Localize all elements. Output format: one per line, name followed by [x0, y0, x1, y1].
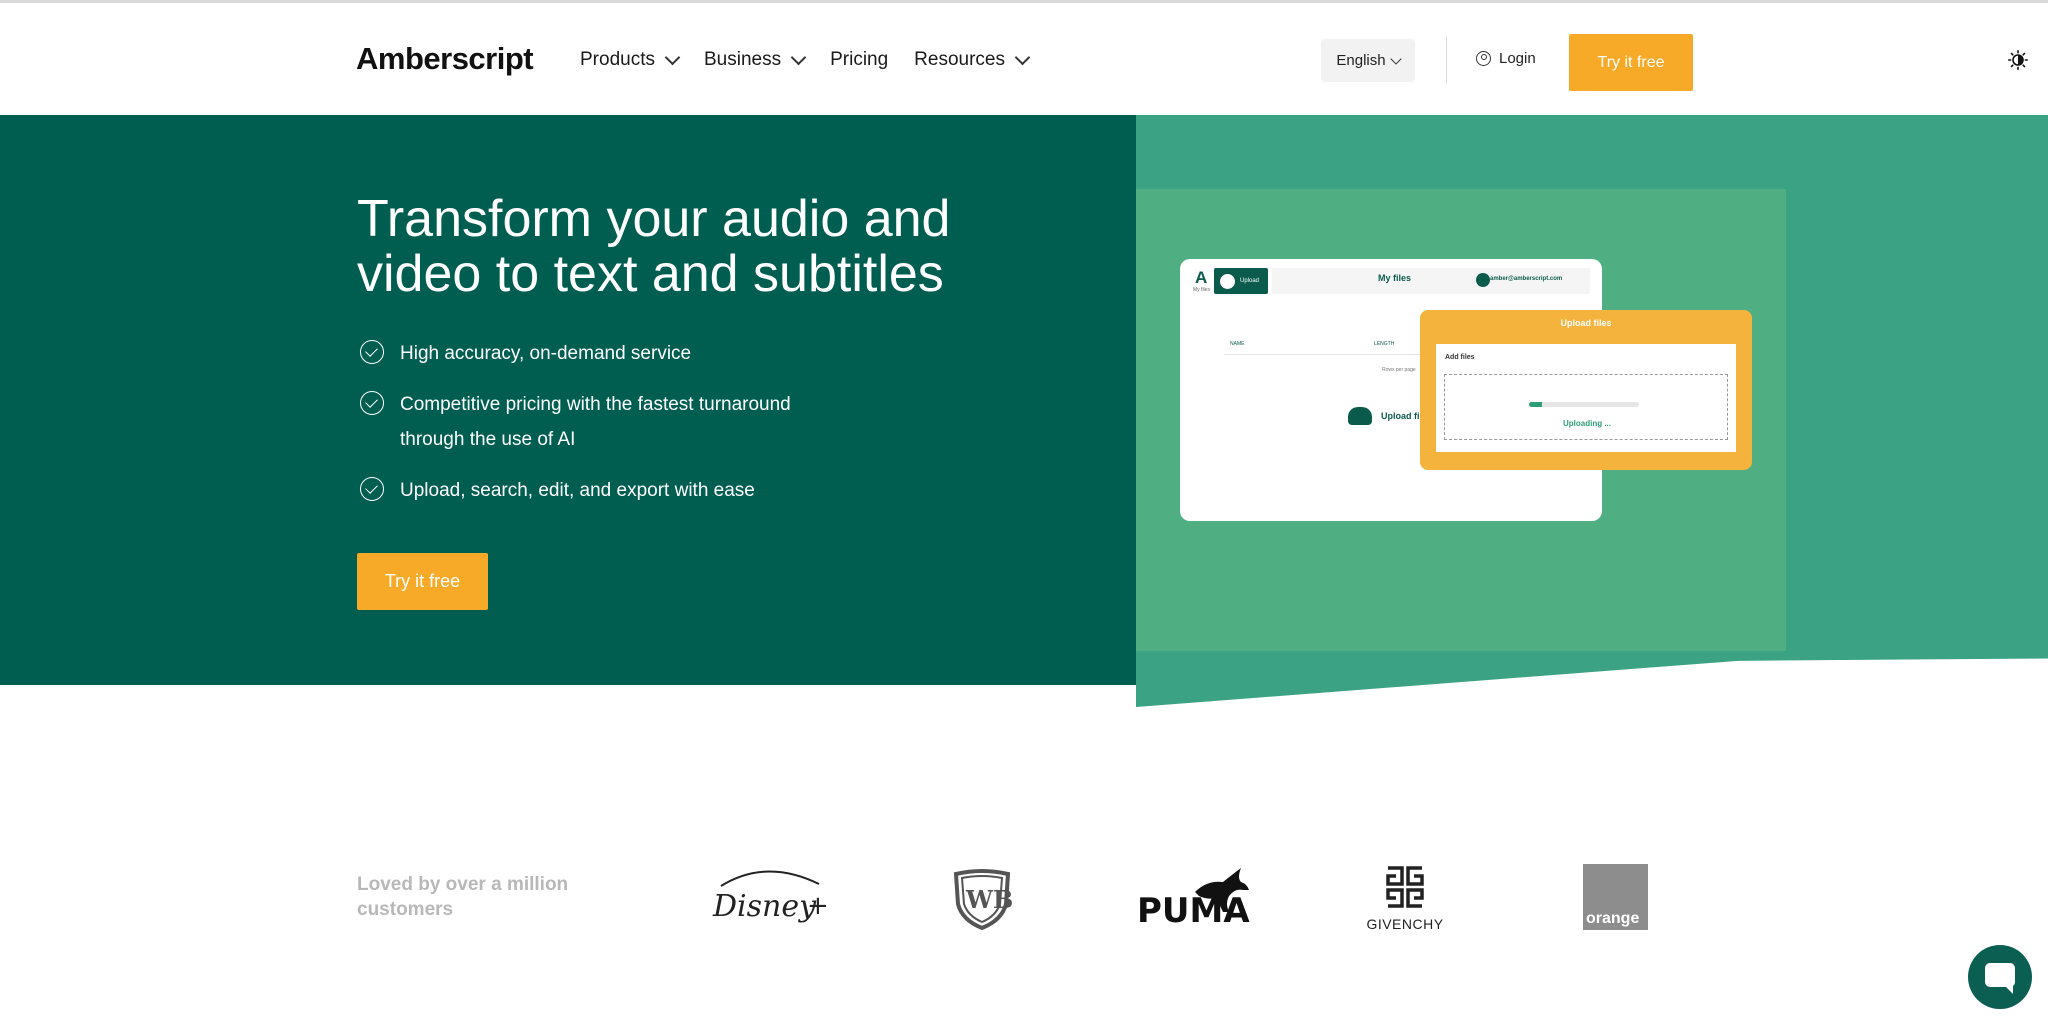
mockup-rows-per-page: Rows per page	[1382, 367, 1416, 373]
hero-bullets: High accuracy, on-demand service Competi…	[360, 336, 880, 524]
orange-wordmark: orange	[1586, 910, 1640, 927]
nav-products[interactable]: Products	[580, 49, 681, 71]
bullet-text: Competitive pricing with the fastest tur…	[400, 394, 791, 450]
upload-progress-bar	[1529, 402, 1639, 407]
site-header: Amberscript Products Business Pricing Re…	[0, 3, 2048, 115]
user-icon	[1476, 51, 1491, 66]
bullet-text: Upload, search, edit, and export with ea…	[400, 480, 755, 501]
mockup-col-name: NAME	[1230, 341, 1245, 347]
loved-tagline: Loved by over a million customers	[357, 874, 569, 920]
try-free-header-button[interactable]: Try it free	[1569, 34, 1693, 91]
bullet-text: High accuracy, on-demand service	[400, 343, 692, 364]
upload-progress-fill	[1529, 402, 1543, 407]
mockup-email: amber@amberscript.com	[1490, 276, 1563, 282]
dropzone: Uploading ...	[1444, 374, 1728, 440]
orange-logo: orange	[1583, 864, 1648, 930]
bullet-item: Upload, search, edit, and export with ea…	[360, 473, 880, 508]
mockup-logo: A	[1195, 268, 1208, 287]
bullet-item: High accuracy, on-demand service	[360, 336, 880, 371]
modal-body: Add files Uploading ...	[1436, 344, 1736, 452]
chevron-down-icon	[1389, 52, 1402, 65]
hero-title: Transform your audio and video to text a…	[357, 192, 1057, 302]
wb-logo: WB	[953, 869, 1012, 930]
mockup-upload-button: Upload	[1214, 268, 1268, 294]
login-link[interactable]: Login	[1476, 50, 1536, 67]
chevron-down-icon	[790, 49, 807, 65]
logo[interactable]: Amberscript	[356, 41, 534, 77]
mockup-logo-sub: My files	[1193, 287, 1210, 293]
mockup-avatar	[1476, 273, 1490, 287]
mockup-upload-file: Upload fil	[1381, 411, 1422, 421]
main-nav: Products Business Pricing Resources	[580, 49, 1054, 71]
cloud-upload-icon	[1348, 407, 1372, 425]
svg-text:Disney: Disney	[712, 889, 817, 924]
modal-title: Upload files	[1560, 318, 1612, 328]
hero-title-line-1: Transform your audio and	[357, 190, 951, 248]
mockup-col-length: LENGTH	[1374, 341, 1395, 347]
nav-pricing[interactable]: Pricing	[830, 49, 888, 71]
hero-title-line-2: video to text and subtitles	[357, 245, 944, 303]
theme-toggle-icon[interactable]	[2008, 50, 2028, 70]
givenchy-mark	[1386, 866, 1424, 908]
nav-resources-label: Resources	[914, 49, 1005, 70]
disney-logo: Disney +	[712, 870, 829, 924]
svg-text:+: +	[807, 891, 829, 921]
bullet-item: Competitive pricing with the fastest tur…	[360, 387, 880, 457]
modal-add-files: Add files	[1445, 354, 1475, 361]
page: Amberscript Products Business Pricing Re…	[0, 0, 2048, 1026]
nav-business-label: Business	[703, 49, 782, 70]
givenchy-logo: GIVENCHY	[1360, 864, 1450, 934]
check-circle-icon	[360, 391, 384, 415]
nav-business[interactable]: Business	[703, 49, 807, 71]
puma-logo: PUMA	[1137, 868, 1250, 928]
header-divider	[1446, 37, 1447, 83]
language-label: English	[1336, 52, 1386, 69]
nav-pricing-label: Pricing	[830, 49, 889, 70]
check-circle-icon	[360, 340, 384, 364]
check-circle-icon	[360, 477, 384, 501]
svg-text:WB: WB	[965, 885, 1012, 914]
chevron-down-icon	[664, 49, 681, 65]
svg-text:PUMA: PUMA	[1137, 891, 1250, 928]
chat-button[interactable]	[1968, 945, 2032, 1009]
chat-icon	[1985, 963, 2015, 994]
nav-resources[interactable]: Resources	[914, 49, 1031, 71]
mockup-page-title: My files	[1378, 273, 1412, 283]
language-selector[interactable]: English	[1321, 39, 1415, 82]
login-label: Login	[1499, 50, 1536, 67]
chevron-down-icon	[1014, 49, 1031, 65]
givenchy-wordmark: GIVENCHY	[1366, 916, 1444, 932]
upload-modal-mockup: Upload files Add files Uploading ...	[1420, 310, 1752, 470]
uploading-label: Uploading ...	[1563, 419, 1611, 428]
try-free-hero-button[interactable]: Try it free	[357, 553, 488, 610]
nav-products-label: Products	[580, 49, 655, 70]
